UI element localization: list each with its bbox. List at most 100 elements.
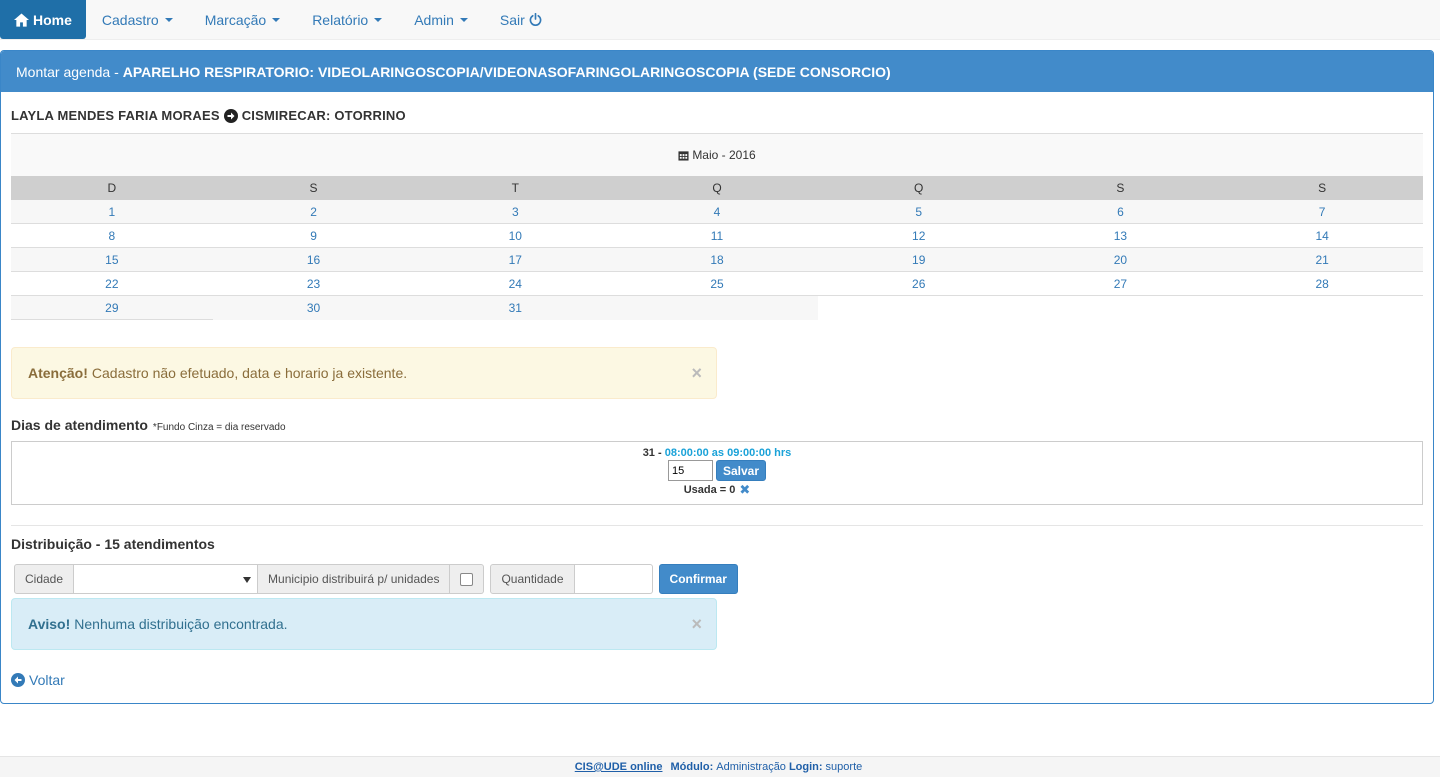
calendar-day[interactable]: 31 xyxy=(414,296,617,320)
calendar-week: 8 9 10 11 12 13 14 xyxy=(11,224,1423,248)
weekday-fri: S xyxy=(1116,181,1125,195)
calendar-day[interactable]: 16 xyxy=(212,248,415,272)
slot-used-row: Usada = 0 ✖ xyxy=(684,482,751,498)
slot-day: 31 - xyxy=(642,447,662,459)
footer-module-label: Módulo: xyxy=(670,761,714,773)
weekday-sun: D xyxy=(107,181,117,195)
nav-sair[interactable]: Sair xyxy=(484,0,558,39)
arrow-circle-left-icon xyxy=(11,673,25,687)
nav-admin[interactable]: Admin xyxy=(398,0,484,39)
quantity-label: Quantidade xyxy=(490,564,575,594)
calendar-day[interactable]: 8 xyxy=(11,224,213,248)
calendar-day[interactable]: 18 xyxy=(616,248,818,272)
calendar-day[interactable]: 17 xyxy=(414,248,617,272)
arrow-circle-right-icon xyxy=(223,108,238,123)
confirm-button[interactable]: Confirmar xyxy=(658,564,738,594)
warning-alert-text: Cadastro não efetuado, data e horario ja… xyxy=(91,365,408,381)
nav-cadastro-label: Cadastro xyxy=(101,11,159,28)
dias-title: Dias de atendimento xyxy=(11,417,148,433)
calendar: Maio - 2016 D S T Q Q S S 1 2 3 4 5 6 7 xyxy=(11,133,1423,320)
calendar-day[interactable]: 3 xyxy=(414,200,617,224)
footer-login-label: Login: xyxy=(788,761,823,773)
remove-icon[interactable]: ✖ xyxy=(739,482,750,498)
municipio-checkbox[interactable] xyxy=(460,572,474,586)
agenda-panel: Montar agenda - APARELHO RESPIRATORIO: V… xyxy=(0,50,1434,704)
footer-module-value: Administração xyxy=(716,761,786,773)
panel-title: APARELHO RESPIRATORIO: VIDEOLARINGOSCOPI… xyxy=(122,63,891,80)
doctor-line: LAYLA MENDES FARIA MORAES CISMIRECAR: OT… xyxy=(11,108,1423,123)
municipio-checkbox-wrap xyxy=(450,564,485,594)
calendar-day[interactable]: 25 xyxy=(616,272,818,296)
calendar-day[interactable]: 11 xyxy=(616,224,818,248)
calendar-day[interactable]: 21 xyxy=(1221,248,1423,272)
nav-home[interactable]: Home xyxy=(0,0,86,39)
calendar-day[interactable]: 30 xyxy=(212,296,415,320)
dias-box: 31 - 08:00:00 as 09:00:00 hrs Salvar Usa… xyxy=(11,441,1423,505)
back-link[interactable]: Voltar xyxy=(11,672,1423,688)
calendar-week: 29 30 31 xyxy=(11,296,1423,320)
panel-body: LAYLA MENDES FARIA MORAES CISMIRECAR: OT… xyxy=(1,108,1433,688)
close-icon[interactable]: × xyxy=(691,364,702,382)
calendar-day-blank xyxy=(817,296,1020,320)
top-navbar: Home Cadastro Marcação Relatório Admin S… xyxy=(0,0,1440,40)
calendar-day[interactable]: 23 xyxy=(212,272,415,296)
calendar-day[interactable]: 14 xyxy=(1221,224,1423,248)
doctor-name: LAYLA MENDES FARIA MORAES xyxy=(11,108,220,123)
info-alert-wrap: Aviso! Nenhuma distribuição encontrada. … xyxy=(11,598,1423,650)
calendar-day[interactable]: 2 xyxy=(212,200,415,224)
info-alert: Aviso! Nenhuma distribuição encontrada. … xyxy=(11,598,717,650)
quantity-input[interactable] xyxy=(574,564,653,594)
nav-home-label: Home xyxy=(33,11,72,28)
city-select[interactable] xyxy=(74,564,259,594)
footer-login-value: suporte xyxy=(825,761,863,773)
slot-quantity-input[interactable] xyxy=(667,460,713,481)
calendar-day[interactable]: 4 xyxy=(616,200,818,224)
footer-brand-link[interactable]: CIS@UDE online xyxy=(575,761,663,773)
calendar-day[interactable]: 24 xyxy=(414,272,617,296)
calendar-month: Maio - 2016 xyxy=(692,148,756,162)
weekday-sat: S xyxy=(1318,181,1327,195)
calendar-day[interactable]: 28 xyxy=(1221,272,1423,296)
slot-edit-row: Salvar xyxy=(667,460,767,481)
calendar-day[interactable]: 20 xyxy=(1019,248,1222,272)
calendar-day[interactable]: 19 xyxy=(817,248,1020,272)
close-icon[interactable]: × xyxy=(691,615,702,633)
weekday-tue: T xyxy=(511,181,519,195)
nav-marcacao-label: Marcação xyxy=(204,11,267,28)
divider xyxy=(11,525,1423,526)
nav-cadastro[interactable]: Cadastro xyxy=(86,0,189,39)
caret-down-icon xyxy=(272,17,281,22)
calendar-day[interactable]: 27 xyxy=(1019,272,1222,296)
calendar-day-blank xyxy=(1019,296,1222,320)
nav-sair-label: Sair xyxy=(499,11,525,28)
calendar-day[interactable]: 22 xyxy=(11,272,213,296)
calendar-day[interactable]: 12 xyxy=(817,224,1020,248)
home-icon xyxy=(14,12,29,27)
save-button[interactable]: Salvar xyxy=(715,460,767,481)
calendar-day[interactable]: 9 xyxy=(212,224,415,248)
caret-down-icon xyxy=(374,17,383,22)
panel-title-prefix: Montar agenda - xyxy=(16,63,119,80)
caret-down-icon xyxy=(459,17,468,22)
panel-heading: Montar agenda - APARELHO RESPIRATORIO: V… xyxy=(1,51,1433,92)
distribution-form: Cidade Municipio distribuirá p/ unidades… xyxy=(14,564,1423,594)
calendar-day[interactable]: 6 xyxy=(1019,200,1222,224)
calendar-day[interactable]: 7 xyxy=(1221,200,1423,224)
calendar-day[interactable]: 5 xyxy=(817,200,1020,224)
calendar-day[interactable]: 26 xyxy=(817,272,1020,296)
calendar-day[interactable]: 15 xyxy=(11,248,213,272)
calendar-week: 15 16 17 18 19 20 21 xyxy=(11,248,1423,272)
calendar-day[interactable]: 10 xyxy=(414,224,617,248)
calendar-weekdays: D S T Q Q S S xyxy=(11,176,1423,200)
calendar-day[interactable]: 29 xyxy=(11,296,213,320)
nav-relatorio-label: Relatório xyxy=(312,11,369,28)
calendar-day[interactable]: 13 xyxy=(1019,224,1222,248)
slot-used: Usada = 0 xyxy=(683,484,736,496)
nav-relatorio[interactable]: Relatório xyxy=(296,0,398,39)
weekday-mon: S xyxy=(309,181,318,195)
doctor-place: CISMIRECAR: OTORRINO xyxy=(241,108,406,123)
city-label: Cidade xyxy=(14,564,75,594)
nav-marcacao[interactable]: Marcação xyxy=(189,0,296,39)
dropdown-arrow-icon xyxy=(243,577,252,583)
calendar-day[interactable]: 1 xyxy=(11,200,213,224)
